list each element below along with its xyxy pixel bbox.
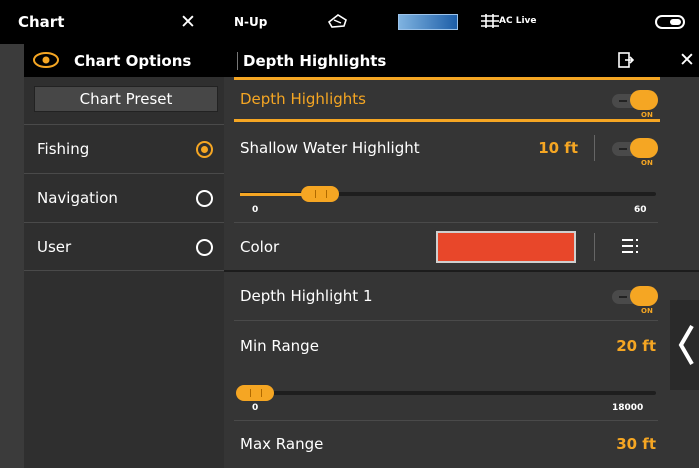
min-range-slider[interactable]	[240, 391, 656, 395]
preset-option-user[interactable]: User	[24, 222, 224, 271]
divider	[594, 233, 595, 261]
slider-min-label: 0	[252, 205, 259, 215]
min-range-label: Min Range	[240, 337, 319, 355]
divider	[237, 52, 238, 70]
close-chart-icon[interactable]: ✕	[180, 11, 196, 33]
min-range-slider-thumb[interactable]	[236, 385, 274, 401]
slider-max-label: 18000	[612, 403, 644, 413]
divider	[594, 135, 595, 161]
section-separator	[224, 270, 699, 272]
max-range-label: Max Range	[240, 435, 324, 453]
radio-icon	[196, 239, 213, 256]
sonar-gradient-icon	[398, 14, 458, 30]
radio-icon	[196, 190, 213, 207]
ac-live-label[interactable]: AC Live	[499, 16, 537, 26]
color-menu-icon[interactable]	[622, 238, 640, 258]
slider-min-label: 0	[252, 403, 259, 413]
shallow-water-value: 10 ft	[538, 139, 578, 157]
color-label: Color	[240, 238, 280, 256]
boat-icon	[326, 12, 348, 34]
depth-highlights-header: Depth Highlights ✕	[224, 44, 699, 77]
eye-icon	[32, 51, 60, 73]
depth-highlight-1-toggle[interactable]: ON	[612, 286, 664, 315]
depth-highlights-label: Depth Highlights	[240, 90, 366, 108]
color-swatch[interactable]	[436, 231, 576, 263]
status-bar: Chart ✕ N-Up AC Live	[0, 0, 699, 44]
preset-option-fishing[interactable]: Fishing	[24, 124, 224, 173]
chart-preset-button[interactable]: Chart Preset	[34, 86, 218, 112]
close-panel-icon[interactable]: ✕	[679, 49, 695, 71]
option-label: Fishing	[37, 140, 90, 158]
shallow-water-toggle[interactable]: ON	[612, 138, 664, 167]
radio-selected-icon	[196, 141, 213, 158]
depth-highlights-toggle[interactable]: ON	[612, 90, 664, 119]
side-panel-tab[interactable]	[670, 300, 699, 390]
app-title: Chart	[18, 13, 65, 31]
chart-options-title: Chart Options	[74, 52, 192, 70]
row-separator	[234, 222, 658, 223]
option-label: User	[37, 238, 72, 256]
exit-panel-icon[interactable]	[618, 51, 635, 73]
depth-highlight-1-label: Depth Highlight 1	[240, 287, 373, 305]
chevron-left-icon	[678, 324, 694, 370]
depth-highlights-title: Depth Highlights	[243, 52, 387, 70]
slider-max-label: 60	[634, 205, 647, 215]
min-range-value: 20 ft	[616, 337, 656, 355]
row-separator	[234, 420, 658, 421]
preset-option-navigation[interactable]: Navigation	[24, 173, 224, 222]
battery-icon	[655, 15, 685, 29]
orientation-label[interactable]: N-Up	[234, 15, 267, 29]
option-label: Navigation	[37, 189, 118, 207]
row-separator	[234, 320, 658, 321]
shallow-water-label: Shallow Water Highlight	[240, 139, 420, 157]
shallow-water-slider-thumb[interactable]	[301, 186, 339, 202]
ac-live-icon[interactable]	[480, 12, 500, 34]
chart-options-header: Chart Options	[24, 44, 224, 77]
max-range-value: 30 ft	[616, 435, 656, 453]
